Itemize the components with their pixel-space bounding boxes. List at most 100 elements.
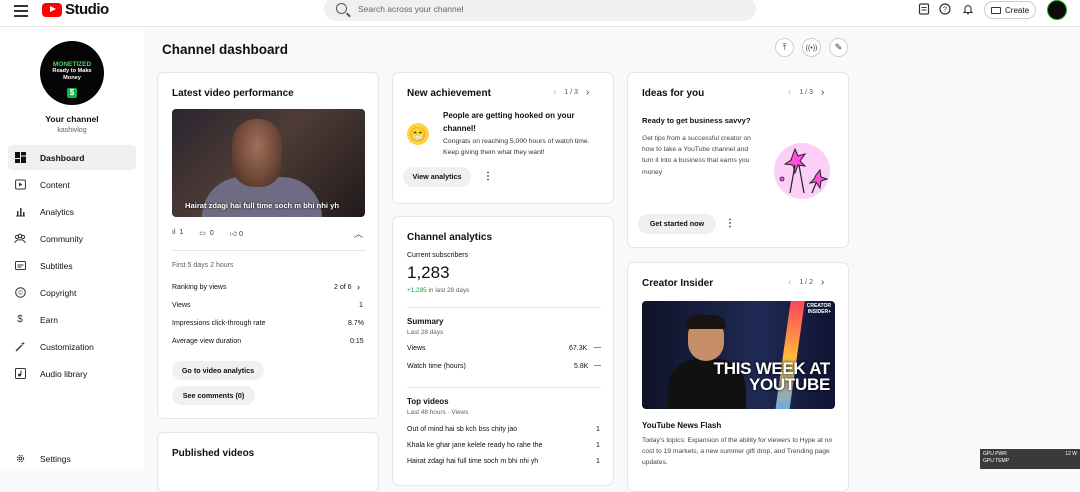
- get-started-button[interactable]: Get started now: [638, 214, 716, 234]
- video-camera-icon: [991, 6, 1001, 14]
- sidebar-item-analytics[interactable]: Analytics: [8, 199, 136, 224]
- avd-value: 0:15: [350, 338, 364, 345]
- upload-button[interactable]: ⤒: [775, 38, 794, 57]
- card-title: Ideas for you: [642, 88, 705, 99]
- chevron-right-icon[interactable]: ›: [357, 282, 360, 292]
- sidebar-item-content[interactable]: Content: [8, 172, 136, 197]
- see-comments-button[interactable]: See comments (0): [172, 386, 255, 405]
- sidebar-item-subtitles[interactable]: Subtitles: [8, 253, 136, 278]
- pager: ‹ 1 / 3 ›: [553, 87, 589, 98]
- help-icon[interactable]: ?: [938, 3, 952, 17]
- achievement-card: New achievement ‹ 1 / 3 › 😁 People are g…: [392, 72, 614, 204]
- sidebar-item-community[interactable]: Community: [8, 226, 136, 251]
- creator-insider-card: Creator Insider ‹ 1 / 2 › CREATOR INSIDE…: [627, 262, 849, 492]
- sidebar-item-label: Audio library: [40, 368, 88, 379]
- top-video-title[interactable]: Out of mind hai sb kch bss chity jao: [407, 426, 517, 433]
- dollar-badge: $: [67, 88, 77, 98]
- search-input[interactable]: Search across your channel: [324, 0, 756, 21]
- divider: [172, 250, 366, 251]
- content-icon: [14, 179, 26, 191]
- subscribers-change-period: in last 28 days: [428, 287, 470, 294]
- ranking-value[interactable]: 2 of 6: [334, 284, 352, 291]
- subscribers-change: +1,285 in last 28 days: [407, 287, 469, 294]
- pager: ‹ 1 / 3 ›: [788, 87, 824, 98]
- dollar-icon: $: [17, 314, 23, 325]
- news-title[interactable]: YouTube News Flash: [642, 421, 721, 430]
- views-stat: ıl 1: [172, 229, 183, 238]
- chevron-left-icon[interactable]: ‹: [788, 277, 791, 288]
- summary-title: Summary: [407, 317, 444, 326]
- subscribers-label: Current subscribers: [407, 252, 469, 259]
- comments-stat: ▭ 0: [199, 229, 213, 238]
- insider-video-thumbnail[interactable]: CREATOR INSIDER+ THIS WEEK AT YOUTUBE: [642, 301, 835, 409]
- ranking-label: Ranking by views: [172, 284, 227, 291]
- more-options-icon[interactable]: ⋮: [483, 171, 493, 182]
- go-to-video-analytics-button[interactable]: Go to video analytics: [172, 361, 264, 380]
- achievement-body: Congrats on reaching 5,000 hours of watc…: [443, 138, 590, 156]
- analytics-icon: [14, 206, 26, 218]
- pager-text: 1 / 2: [799, 279, 813, 286]
- published-videos-card: Published videos: [157, 432, 379, 492]
- sidebar-item-label: Dashboard: [40, 152, 85, 163]
- pager: ‹ 1 / 2 ›: [788, 277, 824, 288]
- channel-analytics-card: Channel analytics Current subscribers 1,…: [392, 216, 614, 486]
- captions-icon[interactable]: [917, 3, 931, 17]
- studio-logo[interactable]: Studio: [42, 1, 109, 18]
- sidebar-item-label: Customization: [40, 341, 94, 352]
- chevron-right-icon[interactable]: ›: [821, 87, 824, 98]
- subscribers-change-value: +1,285: [407, 287, 427, 294]
- go-live-button[interactable]: ((•)): [802, 38, 821, 57]
- views-icon: ıl: [172, 229, 176, 236]
- sidebar-item-settings[interactable]: Settings: [8, 446, 136, 471]
- create-post-button[interactable]: ✎: [829, 38, 848, 57]
- create-button[interactable]: Create: [984, 1, 1037, 19]
- gear-icon: [14, 453, 26, 465]
- summary-watch-label: Watch time (hours): [407, 363, 466, 370]
- ctr-label: Impressions click-through rate: [172, 320, 266, 327]
- video-thumbnail[interactable]: Hairat zdagi hai full time soch m bhi nh…: [172, 109, 365, 217]
- account-avatar[interactable]: [1047, 0, 1067, 20]
- gpu-power-value: 12 W: [1065, 451, 1077, 457]
- sidebar-item-audio-library[interactable]: Audio library: [8, 361, 136, 386]
- create-label: Create: [1005, 5, 1030, 15]
- achievement-headline: People are getting hooked on your channe…: [443, 111, 575, 133]
- more-options-icon[interactable]: ⋮: [725, 218, 735, 229]
- thumbnail-figure-face: [232, 119, 282, 187]
- notifications-icon[interactable]: [961, 3, 975, 17]
- menu-icon[interactable]: [14, 5, 28, 17]
- channel-label: Your channel: [45, 114, 99, 124]
- likes-stat-value: 0: [239, 231, 243, 238]
- card-title: Channel analytics: [407, 232, 493, 243]
- sidebar-item-copyright[interactable]: © Copyright: [8, 280, 136, 305]
- view-analytics-button[interactable]: View analytics: [403, 167, 471, 187]
- divider: [407, 307, 601, 308]
- sidebar-item-earn[interactable]: $ Earn: [8, 307, 136, 332]
- search-placeholder: Search across your channel: [358, 3, 464, 14]
- logo-text: Studio: [65, 1, 109, 18]
- sidebar-item-label: Subtitles: [40, 260, 73, 271]
- sidebar-item-label: Analytics: [40, 206, 75, 217]
- ideas-body: Get tips from a successful creator on ho…: [642, 135, 751, 176]
- chevron-right-icon[interactable]: ›: [586, 87, 589, 98]
- live-icon: ((•)): [805, 45, 818, 52]
- channel-avatar[interactable]: MONETIZED Ready to Make Money $: [40, 41, 104, 105]
- sidebar-item-dashboard[interactable]: Dashboard: [8, 145, 136, 170]
- chevron-right-icon[interactable]: ›: [821, 277, 824, 288]
- sidebar-item-customization[interactable]: Customization: [8, 334, 136, 359]
- summary-views-label: Views: [407, 345, 426, 352]
- subscribers-value: 1,283: [407, 263, 450, 282]
- top-videos-period: Last 48 hours · Views: [407, 409, 469, 416]
- top-video-title[interactable]: Khala ke ghar jane kelele ready ho rahe …: [407, 442, 542, 449]
- trend-dash-icon: —: [594, 362, 601, 369]
- chevron-up-icon[interactable]: ︿: [354, 227, 363, 240]
- chevron-left-icon[interactable]: ‹: [788, 87, 791, 98]
- top-video-title[interactable]: Hairat zdagi hai full time soch m bhi nh…: [407, 458, 538, 465]
- latest-video-card: Latest video performance Hairat zdagi ha…: [157, 72, 379, 419]
- chevron-left-icon[interactable]: ‹: [553, 87, 556, 98]
- ctr-value: 8.7%: [348, 320, 364, 327]
- ideas-headline: Ready to get business savvy?: [642, 116, 751, 125]
- audio-library-icon: [14, 368, 26, 380]
- edit-icon: ✎: [834, 42, 843, 52]
- summary-views-value: 67.3K: [569, 345, 588, 352]
- youtube-play-icon: [42, 2, 62, 17]
